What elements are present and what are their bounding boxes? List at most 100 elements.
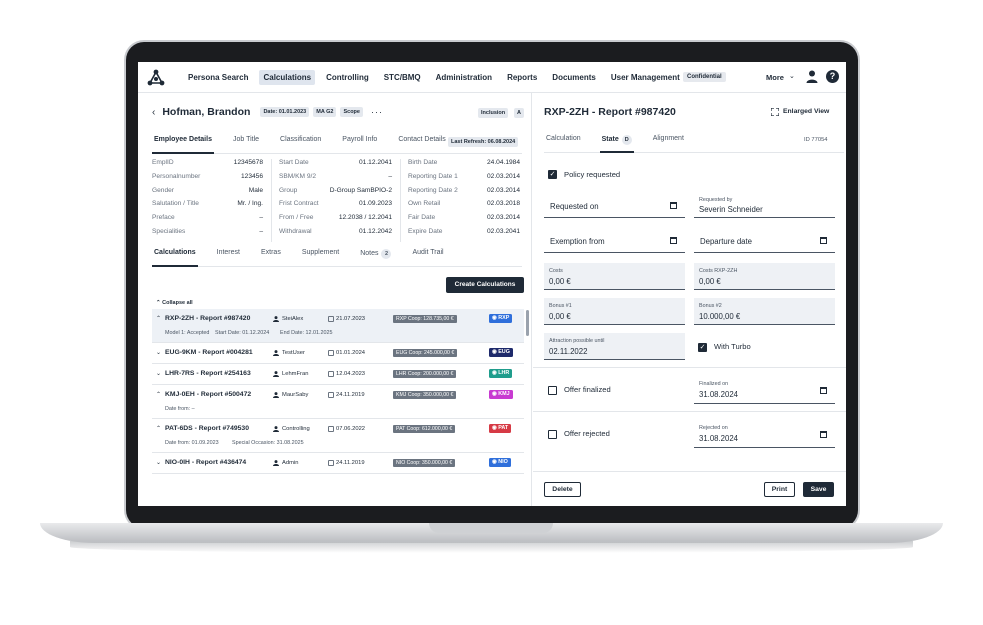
report-row-main: ⌄ NIO-0IH - Report #436474 Admin 24.11.2019… [152, 453, 524, 473]
detail-value: 02.03.2014 [486, 186, 520, 194]
list-scrollbar[interactable] [526, 310, 529, 336]
calendar-icon[interactable] [670, 237, 677, 244]
chevron-up-icon[interactable]: ⌃ [156, 391, 161, 398]
nav-item-stc-bmq[interactable]: STC/BMQ [380, 70, 425, 85]
report-row[interactable]: ⌃ KMJ-0EH - Report #500472 MaurSaby 24.11.2… [152, 385, 524, 419]
confidential-badge: Confidential [683, 72, 726, 82]
save-button[interactable]: Save [803, 482, 834, 497]
tab-classification[interactable]: Classification [278, 136, 323, 154]
more-menu[interactable]: More [766, 73, 784, 82]
chevron-up-icon[interactable]: ⌃ [156, 315, 161, 322]
report-row[interactable]: ⌄ EUG-9KM - Report #004281 TestUser 01.01.2… [152, 343, 524, 364]
tab-state[interactable]: State D [599, 135, 634, 153]
chevron-down-icon[interactable]: ⌄ [156, 349, 161, 356]
nav-item-controlling[interactable]: Controlling [322, 70, 373, 85]
requested-by-field[interactable]: Requested by Severin Schneider [694, 191, 835, 218]
report-row[interactable]: ⌄ NIO-0IH - Report #436474 Admin 24.11.2019… [152, 453, 524, 474]
detail-label: Salutation / Title [152, 200, 199, 208]
delete-button[interactable]: Delete [544, 482, 581, 497]
collapse-all-toggle[interactable]: ⌃ Collapse all [156, 300, 193, 306]
calendar-icon[interactable] [670, 202, 677, 209]
chevron-down-icon[interactable]: ⌄ [156, 370, 161, 377]
report-row-main: ⌃ RXP-2ZH - Report #987420 SteiAlex 21.07.2… [152, 309, 524, 329]
nav-item-calculations[interactable]: Calculations [259, 70, 316, 85]
tab-supplement[interactable]: Supplement [300, 249, 341, 267]
ma-chip: MA G2 [313, 107, 337, 117]
report-row[interactable]: ⌄ LHR-7RS - Report #254163 LehmFran 12.04.2… [152, 364, 524, 385]
report-type-tag: ◉ NIO [489, 458, 511, 467]
report-detail-text: Date from: 01.09.2023 [165, 440, 219, 446]
requested-by-label: Requested by [699, 197, 733, 203]
user-icon [273, 316, 279, 322]
offer-rejected-label: Offer rejected [564, 429, 610, 438]
user-icon[interactable] [806, 70, 818, 83]
report-row-details: Date from: 01.09.2023 Special Occasion: 3… [152, 439, 524, 452]
create-calculations-button[interactable]: Create Calculations [446, 277, 524, 293]
finalized-on-field[interactable]: Finalized on 31.08.2024 [694, 375, 835, 404]
rejected-on-label: Rejected on [699, 425, 728, 431]
tab-extras[interactable]: Extras [259, 249, 283, 267]
report-detail-text: Date from: – [165, 406, 195, 412]
policy-requested-checkbox[interactable]: ✓ [548, 170, 557, 179]
detail-value: 02.03.2018 [486, 200, 520, 208]
scope-chip: Scope [340, 107, 363, 117]
report-date: 01.01.2024 [336, 350, 366, 356]
chevron-down-icon[interactable]: ⌄ [156, 459, 161, 466]
nav-item-documents[interactable]: Documents [548, 70, 600, 85]
report-user: Admin [282, 460, 299, 466]
nav-item-reports[interactable]: Reports [503, 70, 541, 85]
print-button[interactable]: Print [764, 482, 795, 497]
requested-on-field[interactable]: Requested on [544, 191, 685, 218]
with-turbo-checkbox[interactable]: ✓ [698, 343, 707, 352]
tab-calculation[interactable]: Calculation [544, 135, 583, 153]
expand-icon[interactable] [771, 108, 779, 116]
calendar-icon[interactable] [820, 387, 827, 394]
tab-contact-details[interactable]: Contact Details [396, 136, 447, 154]
tab-calculations[interactable]: Calculations [152, 249, 198, 267]
exemption-from-field[interactable]: Exemption from [544, 226, 685, 253]
rejected-on-field[interactable]: Rejected on 31.08.2024 [694, 419, 835, 448]
tab-interest[interactable]: Interest [215, 249, 242, 267]
costs-rxp-field[interactable]: Costs RXP-2ZH 0,00 € [694, 263, 835, 290]
divider [533, 471, 846, 472]
detail-row: SBM/KM 9/2 – [279, 173, 392, 187]
detail-row: Preface – [152, 214, 263, 228]
nav-item-persona-search[interactable]: Persona Search [184, 70, 252, 85]
bonus-2-field[interactable]: Bonus #2 10.000,00 € [694, 298, 835, 325]
report-tabs: Calculation State D Alignment [544, 135, 844, 153]
nav-item-administration[interactable]: Administration [432, 70, 496, 85]
back-arrow-icon[interactable]: ‹ [152, 107, 155, 118]
report-type-label: NIO [498, 459, 508, 465]
attraction-field[interactable]: Attraction possible until 02.11.2022 [544, 333, 685, 360]
laptop-shadow [70, 541, 913, 553]
offer-rejected-checkbox[interactable] [548, 430, 557, 439]
policy-requested-label: Policy requested [564, 170, 621, 179]
tab-audit-trail[interactable]: Audit Trail [410, 249, 445, 267]
detail-value: 01.12.2041 [358, 159, 392, 166]
tab-payroll-info[interactable]: Payroll Info [340, 136, 379, 154]
nav-item-user-management[interactable]: User Management [607, 70, 684, 85]
help-icon[interactable]: ? [826, 70, 839, 83]
report-row-main: ⌃ KMJ-0EH - Report #500472 MaurSaby 24.11.2… [152, 385, 524, 405]
chevron-up-icon[interactable]: ⌃ [156, 425, 161, 432]
detail-value: 12345678 [233, 159, 263, 166]
more-options-icon[interactable]: ··· [371, 107, 383, 117]
tab-notes[interactable]: Notes 2 [358, 249, 393, 267]
departure-date-field[interactable]: Departure date [694, 226, 835, 253]
coop-amount-badge: NIO Coop: 350.000,00 € [393, 459, 456, 467]
tab-job-title[interactable]: Job Title [231, 136, 261, 154]
calendar-icon[interactable] [820, 431, 827, 438]
tab-alignment[interactable]: Alignment [651, 135, 686, 153]
costs-field[interactable]: Costs 0,00 € [544, 263, 685, 290]
offer-finalized-checkbox[interactable] [548, 386, 557, 395]
enlarged-view-button[interactable]: Enlarged View [783, 108, 829, 115]
report-row[interactable]: ⌃ PAT-6DS - Report #749530 Controlling 07.0… [152, 419, 524, 453]
calendar-icon[interactable] [820, 237, 827, 244]
report-row[interactable]: ⌃ RXP-2ZH - Report #987420 SteiAlex 21.07.2… [152, 309, 524, 343]
tab-employee-details[interactable]: Employee Details [152, 136, 214, 154]
report-row-main: ⌃ PAT-6DS - Report #749530 Controlling 07.0… [152, 419, 524, 439]
bonus-1-field[interactable]: Bonus #1 0,00 € [544, 298, 685, 325]
coop-amount-badge: LHR Coop: 200.000,00 € [393, 370, 457, 378]
logo-icon[interactable] [147, 69, 165, 86]
chevron-down-icon[interactable]: ⌄ [789, 72, 795, 80]
